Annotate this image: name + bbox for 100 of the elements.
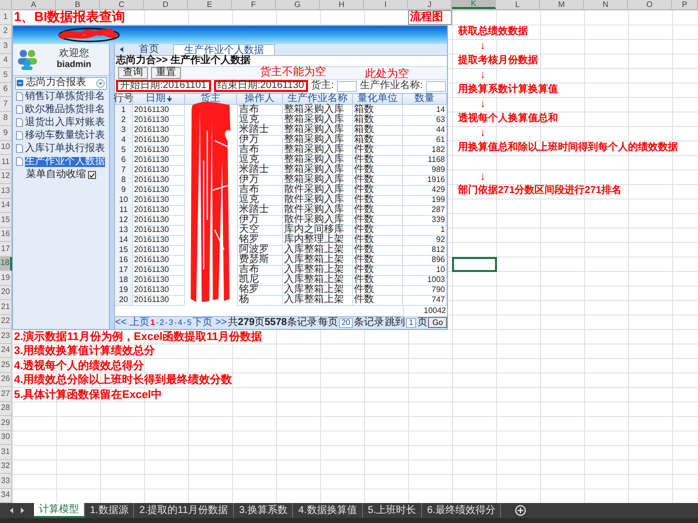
column-header[interactable]: F bbox=[232, 0, 276, 9]
table-cell: 896 bbox=[403, 254, 447, 266]
menu-item[interactable]: 欧尔雅品拣货排名 bbox=[13, 104, 109, 116]
menu-item[interactable]: 销售订单拣货排名 bbox=[13, 90, 109, 102]
per-page-unit: 条记录 bbox=[354, 318, 384, 328]
table-cell: 44 bbox=[403, 124, 447, 136]
action-button[interactable]: 查询 bbox=[118, 66, 148, 78]
table-cell: 17 bbox=[115, 264, 133, 276]
table-cell: 11 bbox=[115, 204, 133, 216]
column-header[interactable]: L bbox=[496, 0, 540, 9]
column-header[interactable]: P bbox=[672, 0, 698, 9]
table-cell: 14 bbox=[115, 234, 133, 246]
table-cell: 63 bbox=[403, 114, 447, 126]
per-page-field[interactable]: 20 bbox=[338, 318, 353, 328]
action-button[interactable]: 重置 bbox=[151, 66, 181, 78]
page-link[interactable]: 2 bbox=[160, 318, 164, 326]
table-cell: 10 bbox=[115, 194, 133, 206]
dropdown-caret-icon[interactable] bbox=[96, 78, 105, 88]
table-cell: 箱数 bbox=[353, 114, 403, 126]
column-header[interactable]: M bbox=[540, 0, 584, 9]
checkbox-label: 菜单自动收缩 bbox=[26, 170, 86, 180]
table-cell: 989 bbox=[403, 164, 447, 176]
column-header[interactable]: H bbox=[320, 0, 364, 9]
annotation-text: 货主不能为空 bbox=[260, 67, 326, 78]
page-number-field[interactable]: 1 bbox=[406, 318, 416, 328]
column-header[interactable]: I bbox=[364, 0, 408, 9]
table-cell: 20161130 bbox=[133, 134, 185, 146]
column-header[interactable]: 日期 bbox=[133, 94, 185, 104]
date-field[interactable]: 开始日期:20161101 bbox=[116, 80, 211, 92]
sheet-title: 1、BI数据报表查询 bbox=[13, 10, 126, 24]
table-cell: 件数 bbox=[353, 194, 403, 206]
back-arrow-icon[interactable] bbox=[118, 46, 125, 52]
table-cell: 箱数 bbox=[353, 124, 403, 136]
table-cell: 米踏士 bbox=[237, 124, 283, 136]
column-header[interactable]: B bbox=[56, 0, 100, 9]
table-cell: 20161130 bbox=[133, 254, 185, 266]
date-field[interactable]: 结束日期:20161130 bbox=[214, 80, 308, 92]
sort-arrow-icon bbox=[166, 95, 172, 102]
flow-title: 流程图 bbox=[408, 10, 452, 24]
page-link[interactable]: 3 bbox=[168, 318, 174, 326]
users-icon bbox=[16, 48, 38, 70]
table-cell: 1 bbox=[115, 104, 133, 116]
table-cell: 12 bbox=[115, 214, 133, 226]
scroll-left-icon[interactable] bbox=[9, 507, 14, 514]
table-cell: 件数 bbox=[353, 164, 403, 176]
table-cell: 19 bbox=[115, 284, 133, 296]
go-button[interactable]: Go bbox=[428, 317, 447, 328]
page-link[interactable]: 4 bbox=[178, 318, 182, 326]
flow-arrow: ↓ bbox=[480, 170, 486, 184]
page-separator: - bbox=[165, 318, 168, 326]
page-link[interactable]: 5 bbox=[186, 318, 192, 326]
table-cell: 1168 bbox=[403, 154, 447, 166]
table-cell: 件数 bbox=[353, 274, 403, 286]
sheet-tab[interactable]: 计算模型 bbox=[34, 503, 85, 518]
table-cell: 20161130 bbox=[133, 264, 185, 276]
column-header[interactable]: D bbox=[144, 0, 188, 9]
table-cell: 14 bbox=[403, 104, 447, 116]
record-summary: 共279页5578条记录 bbox=[228, 318, 317, 328]
column-header[interactable]: 量化单位 bbox=[353, 94, 403, 104]
column-header[interactable]: 操作人 bbox=[237, 94, 283, 104]
add-sheet-icon[interactable] bbox=[515, 505, 526, 516]
column-header[interactable]: E bbox=[188, 0, 232, 9]
table-cell: 铭罗 bbox=[237, 284, 283, 296]
report-icon bbox=[16, 79, 24, 87]
table-cell: 7 bbox=[115, 164, 133, 176]
selected-cell[interactable] bbox=[452, 256, 497, 272]
column-header[interactable]: C bbox=[100, 0, 144, 9]
table-cell: 米踏士 bbox=[237, 164, 283, 176]
menu-item[interactable]: 入库订单执行报表 bbox=[13, 142, 109, 154]
column-header[interactable]: 数量 bbox=[403, 94, 447, 104]
table-cell: 3 bbox=[115, 124, 133, 136]
column-header[interactable]: 生产作业名称 bbox=[283, 94, 353, 104]
breadcrumb: 志尚力合>> 生产作业个人数据 bbox=[115, 56, 252, 66]
menu-item[interactable]: 移动车数量统计表 bbox=[13, 130, 109, 142]
page-separator: - bbox=[174, 318, 177, 326]
table-cell: 伊万 bbox=[237, 134, 283, 146]
table-cell: 20161130 bbox=[133, 224, 185, 236]
column-header[interactable]: N bbox=[584, 0, 628, 9]
note-text: 3.用绩效换算值计算绩效总分 bbox=[13, 344, 156, 358]
flow-step: 提取考核月份数据 bbox=[458, 54, 538, 68]
input-field[interactable] bbox=[336, 80, 358, 92]
table-cell: 13 bbox=[115, 224, 133, 236]
report-dropdown[interactable]: 志尚力合报表 bbox=[15, 76, 107, 90]
annotation-text: 此处为空 bbox=[365, 68, 409, 80]
scroll-right-icon[interactable] bbox=[20, 507, 25, 514]
next-page-link[interactable]: 下页 >> bbox=[192, 318, 227, 328]
table-cell: 10 bbox=[403, 264, 447, 276]
column-header[interactable]: A bbox=[12, 0, 56, 9]
table-cell: 182 bbox=[403, 144, 447, 156]
column-header[interactable]: G bbox=[276, 0, 320, 9]
table-cell: 287 bbox=[403, 204, 447, 216]
table-cell: 9 bbox=[115, 184, 133, 196]
checkbox[interactable] bbox=[88, 171, 96, 179]
table-cell: 16 bbox=[115, 254, 133, 266]
menu-item[interactable]: 退货出入库对账表 bbox=[13, 116, 109, 128]
input-field[interactable] bbox=[426, 80, 446, 92]
table-cell: 812 bbox=[403, 244, 447, 256]
column-header[interactable]: O bbox=[628, 0, 672, 9]
tab[interactable]: 生产作业个人数据 bbox=[173, 44, 275, 54]
previous-page-link[interactable]: << 上页 bbox=[115, 318, 150, 328]
